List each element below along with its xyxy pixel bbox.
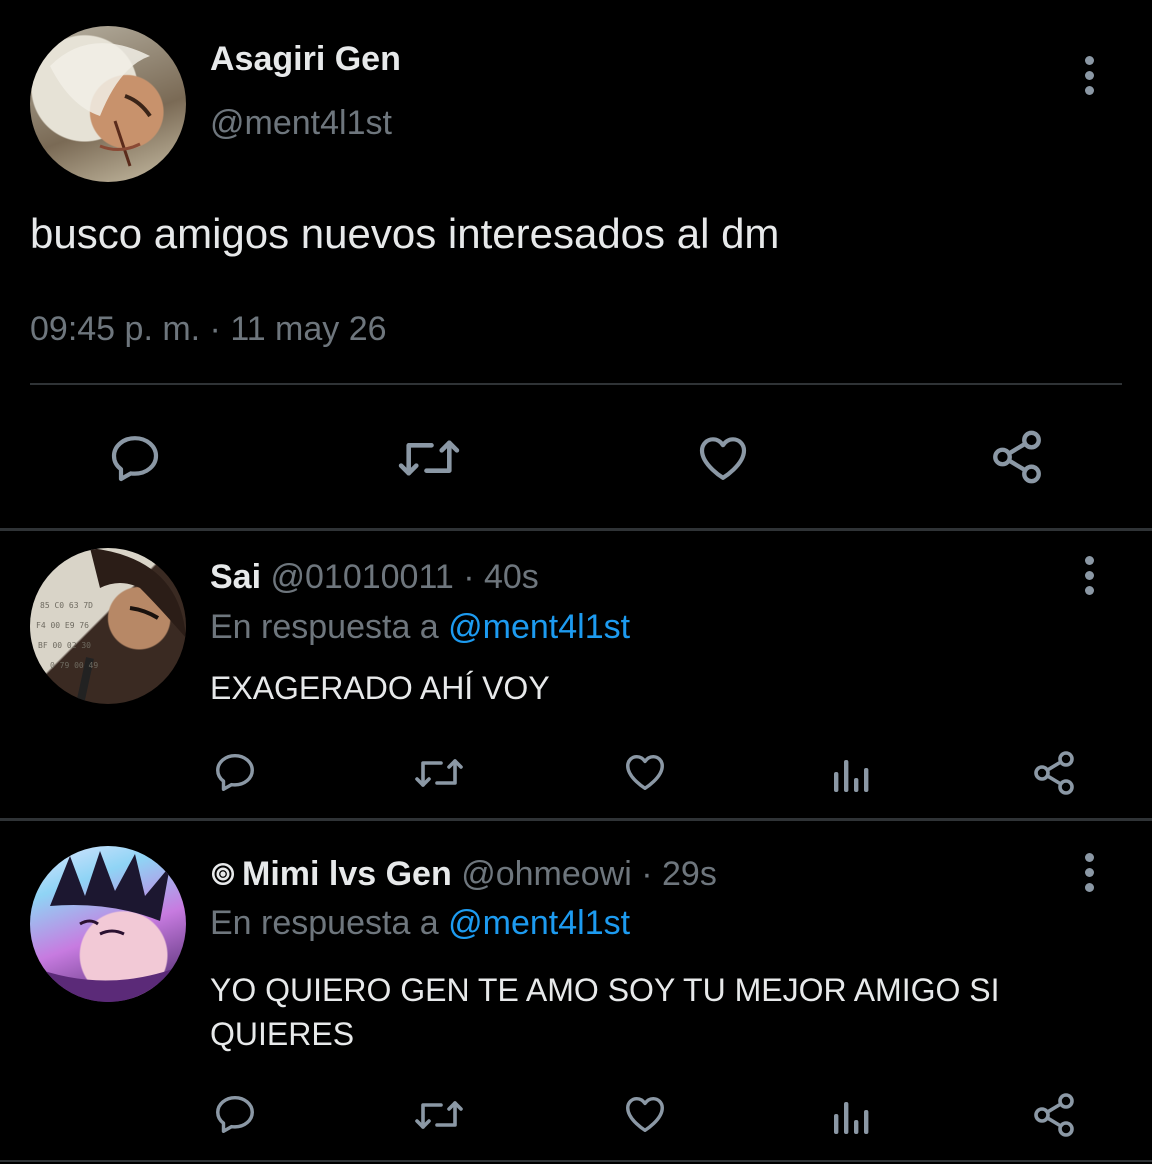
reply-header: Sai @01010011 · 40s <box>210 558 539 597</box>
share-icon[interactable] <box>988 428 1046 486</box>
more-options-icon[interactable] <box>1077 56 1101 100</box>
reply-icon[interactable] <box>212 1091 258 1137</box>
author-handle[interactable]: @ment4l1st <box>210 104 392 143</box>
tweet-timestamp: 09:45 p. m. · 11 may 26 <box>30 310 387 348</box>
share-icon[interactable] <box>1030 1091 1078 1139</box>
section-divider <box>0 1160 1152 1162</box>
svg-text:85 C0 63 7D: 85 C0 63 7D <box>40 601 93 610</box>
section-divider <box>0 528 1152 531</box>
svg-text:0 79 00 49: 0 79 00 49 <box>50 661 98 670</box>
avatar[interactable] <box>30 26 186 182</box>
reply-prefix: En respuesta a <box>210 608 439 646</box>
svg-text:BF 00 02 30: BF 00 02 30 <box>38 641 91 650</box>
analytics-icon[interactable] <box>830 1096 870 1136</box>
reply-text: YO QUIERO GEN TE AMO SOY TU MEJOR AMIGO … <box>210 972 1000 1052</box>
more-options-icon[interactable] <box>1077 853 1101 897</box>
author-name[interactable]: Sai <box>210 558 261 596</box>
avatar[interactable] <box>30 846 186 1002</box>
retweet-icon[interactable] <box>412 1093 466 1137</box>
reply-to-link[interactable]: @ment4l1st <box>448 904 630 942</box>
reply-icon[interactable] <box>212 749 258 795</box>
reply-prefix: En respuesta a <box>210 904 439 942</box>
avatar[interactable]: 85 C0 63 7D F4 00 E9 76 BF 00 02 30 0 79 0… <box>30 548 186 704</box>
more-options-icon[interactable] <box>1077 556 1101 600</box>
reply-time: · 29s <box>641 855 717 893</box>
share-icon[interactable] <box>1030 749 1078 797</box>
author-name[interactable]: Asagiri Gen <box>210 40 401 79</box>
reply-to-link[interactable]: @ment4l1st <box>448 608 630 646</box>
svg-text:F4 00 E9 76: F4 00 E9 76 <box>36 621 89 630</box>
timestamp-divider <box>30 383 1122 385</box>
author-handle[interactable]: @01010011 <box>271 558 454 596</box>
reply-icon[interactable] <box>106 430 164 486</box>
like-icon[interactable] <box>622 1091 668 1137</box>
reply-text: EXAGERADO AHÍ VOY <box>210 670 550 706</box>
author-handle[interactable]: @ohmeowi <box>461 855 632 893</box>
reply-context: En respuesta a @ment4l1st <box>210 608 630 647</box>
retweet-icon[interactable] <box>412 751 466 795</box>
tweet-text: busco amigos nuevos interesados al dm <box>30 210 780 257</box>
analytics-icon[interactable] <box>830 754 870 794</box>
spiral-icon <box>210 857 236 896</box>
author-name[interactable]: Mimi lvs Gen <box>242 855 452 893</box>
like-icon[interactable] <box>622 749 668 795</box>
reply-context: En respuesta a @ment4l1st <box>210 904 630 943</box>
section-divider <box>0 818 1152 821</box>
reply-header: Mimi lvs Gen @ohmeowi · 29s <box>210 855 717 896</box>
retweet-icon[interactable] <box>396 430 462 486</box>
like-icon[interactable] <box>694 430 752 486</box>
reply-time: · 40s <box>463 558 539 596</box>
